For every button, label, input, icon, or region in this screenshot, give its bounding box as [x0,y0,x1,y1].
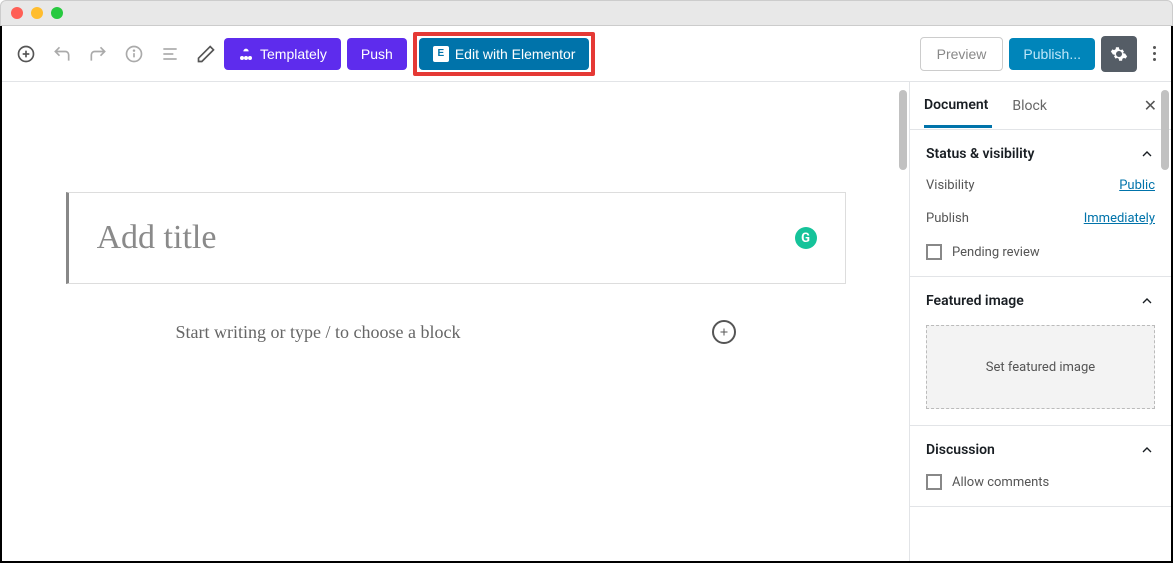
top-toolbar: Templately Push E Edit with Elementor Pr… [2,26,1171,82]
templately-label: Templately [260,46,327,62]
pending-review-row[interactable]: Pending review [926,244,1155,260]
gear-icon [1110,45,1128,63]
editor-body: G Start writing or type / to choose a bl… [2,82,1171,561]
set-featured-image-label: Set featured image [986,360,1095,375]
chevron-up-icon [1139,442,1155,458]
push-button[interactable]: Push [347,38,407,70]
title-input[interactable] [97,219,795,257]
tab-document[interactable]: Document [924,85,992,128]
toolbar-left-group [14,42,218,66]
add-block-icon[interactable] [14,42,38,66]
info-icon[interactable] [122,42,146,66]
panel-featured-image: Featured image Set featured image [910,277,1171,426]
panel-heading-featured-text: Featured image [926,293,1024,309]
settings-sidebar: Document Block ✕ Status & visibility Vis… [909,82,1171,561]
visibility-label: Visibility [926,178,975,193]
window-titlebar [0,0,1173,26]
panel-featured-body: Set featured image [926,325,1155,409]
visibility-value-link[interactable]: Public [1119,178,1155,193]
elementor-highlight: E Edit with Elementor [413,32,596,76]
panel-status-visibility: Status & visibility Visibility Public Pu… [910,130,1171,277]
block-prompt-row: Start writing or type / to choose a bloc… [66,320,846,344]
allow-comments-checkbox[interactable] [926,474,942,490]
preview-label: Preview [937,46,987,62]
pending-review-checkbox[interactable] [926,244,942,260]
sidebar-scrollbar[interactable] [1161,90,1169,170]
canvas-scrollbar[interactable] [899,90,907,170]
insert-block-icon[interactable] [712,320,736,344]
tab-block[interactable]: Block [1012,98,1051,114]
minimize-window-icon[interactable] [31,7,43,19]
publish-label: Publish... [1023,46,1081,62]
panel-discussion: Discussion Allow comments [910,426,1171,507]
chevron-up-icon [1139,293,1155,309]
elementor-icon: E [433,46,449,62]
visibility-row: Visibility Public [926,178,1155,193]
panel-heading-featured[interactable]: Featured image [926,293,1155,309]
publish-label: Publish [926,211,969,226]
allow-comments-row[interactable]: Allow comments [926,474,1155,490]
close-window-icon[interactable] [11,7,23,19]
sidebar-tabs: Document Block ✕ [910,82,1171,130]
elementor-label: Edit with Elementor [455,46,576,62]
editor-window: Templately Push E Edit with Elementor Pr… [0,26,1173,563]
panel-heading-status[interactable]: Status & visibility [926,146,1155,162]
publish-button[interactable]: Publish... [1009,38,1095,70]
templately-button[interactable]: Templately [224,38,341,70]
title-field[interactable]: G [66,192,846,284]
panel-heading-discussion-text: Discussion [926,442,995,458]
panel-status-body: Visibility Public Publish Immediately Pe… [926,178,1155,260]
block-prompt-text[interactable]: Start writing or type / to choose a bloc… [176,322,461,343]
edit-with-elementor-button[interactable]: E Edit with Elementor [419,38,590,70]
publish-value-link[interactable]: Immediately [1084,211,1155,226]
panel-heading-status-text: Status & visibility [926,146,1034,162]
settings-button[interactable] [1101,36,1137,72]
set-featured-image-button[interactable]: Set featured image [926,325,1155,409]
maximize-window-icon[interactable] [51,7,63,19]
templately-icon [238,46,254,62]
undo-icon[interactable] [50,42,74,66]
panel-heading-discussion[interactable]: Discussion [926,442,1155,458]
more-options-icon[interactable] [1143,46,1159,61]
editor-canvas: G Start writing or type / to choose a bl… [2,82,909,561]
edit-icon[interactable] [194,42,218,66]
preview-button[interactable]: Preview [920,37,1004,71]
pending-review-label: Pending review [952,245,1040,260]
redo-icon[interactable] [86,42,110,66]
push-label: Push [361,46,393,62]
close-sidebar-icon[interactable]: ✕ [1144,96,1157,115]
panel-discussion-body: Allow comments [926,474,1155,490]
allow-comments-label: Allow comments [952,475,1049,490]
publish-row: Publish Immediately [926,211,1155,226]
outline-icon[interactable] [158,42,182,66]
grammarly-icon[interactable]: G [795,227,817,249]
chevron-up-icon [1139,146,1155,162]
